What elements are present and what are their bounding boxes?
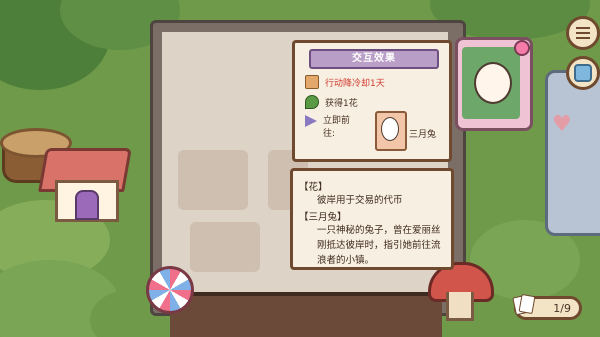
- card-slot[interactable]: [178, 150, 248, 210]
- heart-icon: ♥: [552, 112, 572, 137]
- lollipop-decoration: [146, 266, 194, 314]
- term-title: 【花】: [299, 182, 328, 193]
- interaction-effect-panel: 交互效果 行动降冷却1天 获得1花 立即前往: 三月兔: [292, 40, 452, 162]
- target-name: 三月兔: [409, 130, 437, 140]
- card-slot[interactable]: [190, 222, 260, 272]
- term-title: 【三月兔】: [299, 212, 347, 223]
- term-description: 彼岸用于交易的代币: [317, 195, 403, 206]
- effect-row-cooldown: 行动降冷却1天: [305, 75, 385, 89]
- stone-tower: [545, 70, 600, 236]
- leaf-icon: [305, 95, 319, 109]
- cottage-door: [75, 190, 99, 220]
- gem-icon: [514, 40, 530, 56]
- paper-plane-icon: [305, 115, 317, 127]
- term-description: 一只神秘的兔子，曾在爱丽丝刚抵达彼岸时，指引她前往流浪者的小镇。: [317, 225, 441, 266]
- effect-text: 行动降冷却1天: [325, 78, 385, 89]
- menu-button[interactable]: [566, 16, 600, 50]
- effect-row-flower: 获得1花: [305, 95, 358, 109]
- bag-icon: [574, 64, 592, 82]
- deck-counter-text: 1/9: [553, 301, 571, 315]
- mushroom-stem: [446, 292, 474, 321]
- board-bottom-ledge: [170, 292, 442, 337]
- effect-row-travel: 立即前往:: [305, 115, 365, 141]
- cards-icon: [512, 293, 536, 316]
- effect-panel-title: 交互效果: [309, 49, 439, 69]
- scroll-icon: [305, 75, 319, 89]
- alice-portrait: [474, 62, 512, 104]
- glossary-panel: 【花】 彼岸用于交易的代币 【三月兔】 一只神秘的兔子，曾在爱丽丝刚抵达彼岸时，…: [290, 168, 454, 270]
- effect-text: 获得1花: [325, 98, 358, 109]
- bag-button[interactable]: [566, 56, 600, 90]
- effect-text: 立即前往:: [323, 116, 351, 139]
- rabbit-icon: [381, 117, 399, 141]
- hamburger-menu-icon: [576, 27, 590, 39]
